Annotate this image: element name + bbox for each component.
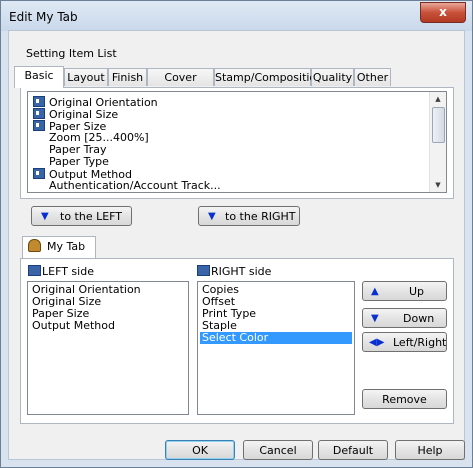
tab-layout[interactable]: Layout [64, 68, 108, 86]
my-tab-panel: LEFT side RIGHT side Original Orientatio… [20, 258, 454, 424]
up-button[interactable]: ▲ Up [362, 281, 447, 301]
arrow-down-icon: ▼ [208, 211, 216, 222]
to-the-right-button[interactable]: ▼ to the RIGHT [198, 206, 300, 226]
setting-item-list-label: Setting Item List [26, 47, 117, 60]
tab-quality[interactable]: Quality [311, 68, 354, 86]
list-item-selected[interactable]: Select Color [200, 332, 352, 344]
tab-panel-basic: Original Orientation Original Size Paper… [20, 87, 454, 199]
right-side-label: RIGHT side [197, 265, 271, 278]
right-side-icon [197, 265, 210, 276]
cancel-button[interactable]: Cancel [243, 440, 313, 460]
scroll-thumb[interactable] [432, 107, 445, 143]
list-item[interactable]: Output Method [30, 320, 186, 332]
list-item[interactable]: Paper Type [49, 156, 109, 168]
close-button[interactable]: x [420, 2, 466, 23]
ok-button[interactable]: OK [165, 440, 235, 460]
arrow-down-icon: ▼ [41, 211, 49, 222]
tab-cover-mode[interactable]: Cover Mode [147, 68, 214, 102]
window-title: Edit My Tab [9, 10, 78, 24]
title-bar: Edit My Tab x [1, 1, 472, 31]
function-icon [33, 168, 45, 179]
scroll-up-icon[interactable]: ▲ [430, 92, 446, 106]
function-icon [33, 96, 45, 107]
arrow-up-icon: ▲ [371, 286, 379, 297]
tab-other[interactable]: Other [354, 68, 391, 86]
function-icon [33, 108, 45, 119]
tab-my-tab[interactable]: My Tab [22, 236, 96, 258]
help-button[interactable]: Help [395, 440, 465, 460]
down-button[interactable]: ▼ Down [362, 308, 447, 328]
remove-button[interactable]: Remove [362, 389, 447, 409]
tab-basic[interactable]: Basic [14, 66, 64, 88]
right-side-list[interactable]: Copies Offset Print Type Staple Select C… [197, 281, 355, 415]
list-item[interactable]: Original Size [33, 108, 118, 121]
list-item[interactable]: Original Orientation [33, 96, 158, 109]
scroll-down-icon[interactable]: ▼ [430, 178, 446, 192]
setting-items-list[interactable]: Original Orientation Original Size Paper… [27, 91, 447, 193]
list-item[interactable]: Authentication/Account Track... [49, 180, 221, 192]
left-side-label: LEFT side [28, 265, 94, 278]
arrow-down-icon: ▼ [371, 313, 379, 324]
user-icon [28, 239, 41, 252]
to-the-left-button[interactable]: ▼ to the LEFT [31, 206, 132, 226]
default-button[interactable]: Default [318, 440, 388, 460]
function-icon [33, 120, 45, 131]
tab-finish[interactable]: Finish [108, 68, 147, 86]
vertical-scrollbar[interactable]: ▲ ▼ [429, 92, 446, 192]
left-side-list[interactable]: Original Orientation Original Size Paper… [27, 281, 189, 415]
left-right-button[interactable]: ◀▶ Left/Right [362, 332, 447, 352]
tab-stamp-composition[interactable]: Stamp/Composition [214, 68, 323, 86]
left-right-arrows-icon: ◀▶ [369, 337, 385, 348]
left-side-icon [28, 265, 41, 276]
